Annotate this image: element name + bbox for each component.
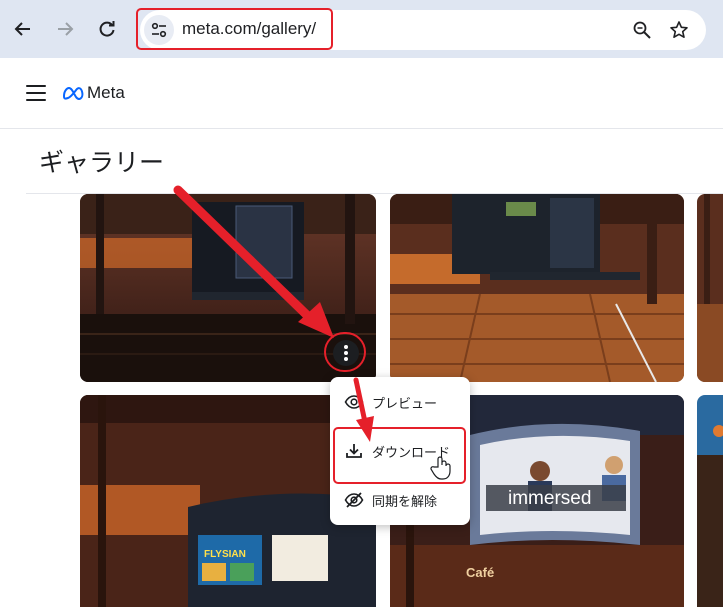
gallery-tile[interactable] [390,194,684,382]
tile-overlay-text: immersed [508,488,591,509]
logo-text: Meta [87,83,125,102]
reload-button[interactable] [92,14,122,44]
gallery-tile[interactable] [697,194,723,382]
bookmark-button[interactable] [666,17,692,43]
menu-item-unsync[interactable]: 同期を解除 [330,480,470,520]
menu-item-preview[interactable]: プレビュー [330,382,470,422]
star-icon [670,21,688,38]
arrow-right-icon [58,22,74,36]
more-options-highlight [324,332,366,372]
zoom-button[interactable] [629,17,655,43]
eye-off-icon [344,490,364,510]
magnifier-icon [633,21,651,39]
arrow-left-icon [14,22,30,36]
vr-screenshot-image [697,395,723,607]
tile-overlay-text: FLYSIAN [204,549,246,560]
hamburger-icon[interactable] [26,85,46,103]
meta-infinity-icon [62,86,84,100]
page-title: ギャラリー [39,148,165,177]
tile-overlay-text: Café [466,565,494,580]
vr-screenshot-image [697,194,723,382]
reload-icon [99,21,115,37]
download-highlight-box [333,427,466,484]
eye-icon [344,392,364,412]
menu-item-label: 同期を解除 [372,494,438,510]
vr-screenshot-image [390,194,684,382]
meta-logo[interactable]: Meta [62,83,125,103]
gallery-tile[interactable] [697,395,723,607]
back-button[interactable] [8,14,38,44]
menu-item-label: プレビュー [372,396,438,412]
url-highlight-box [136,8,333,50]
forward-button[interactable] [50,14,80,44]
